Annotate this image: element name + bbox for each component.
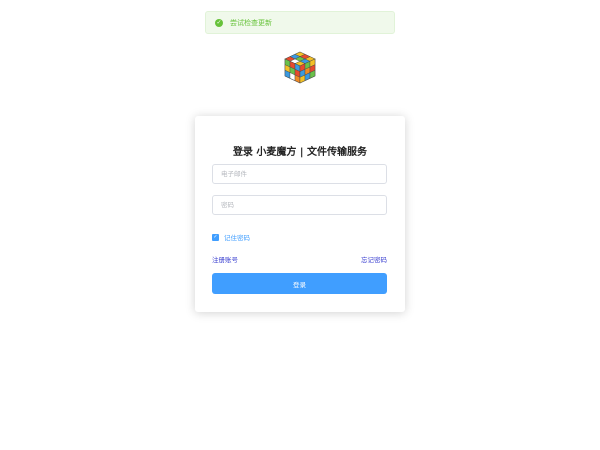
login-title: 登录 小麦魔方 | 文件传输服务: [232, 147, 368, 158]
toast-message: 尝试检查更新: [230, 18, 272, 27]
register-link[interactable]: 注册账号: [212, 254, 238, 264]
login-button[interactable]: 登录: [212, 273, 387, 294]
rubiks-cube-icon: [284, 51, 316, 84]
remember-password-checkbox[interactable]: ✓ 记住密码: [212, 232, 250, 242]
update-toast: ✓ 尝试检查更新: [205, 11, 395, 34]
password-field[interactable]: [212, 195, 387, 215]
success-check-icon: ✓: [215, 18, 223, 27]
email-field[interactable]: [212, 164, 387, 184]
checkbox-checked-icon[interactable]: ✓: [212, 233, 219, 241]
login-card: 登录 小麦魔方 | 文件传输服务 ✓ 记住密码 注册账号 忘记密码 登录: [195, 116, 405, 312]
forgot-password-link[interactable]: 忘记密码: [361, 254, 387, 264]
remember-password-label[interactable]: 记住密码: [224, 232, 250, 242]
